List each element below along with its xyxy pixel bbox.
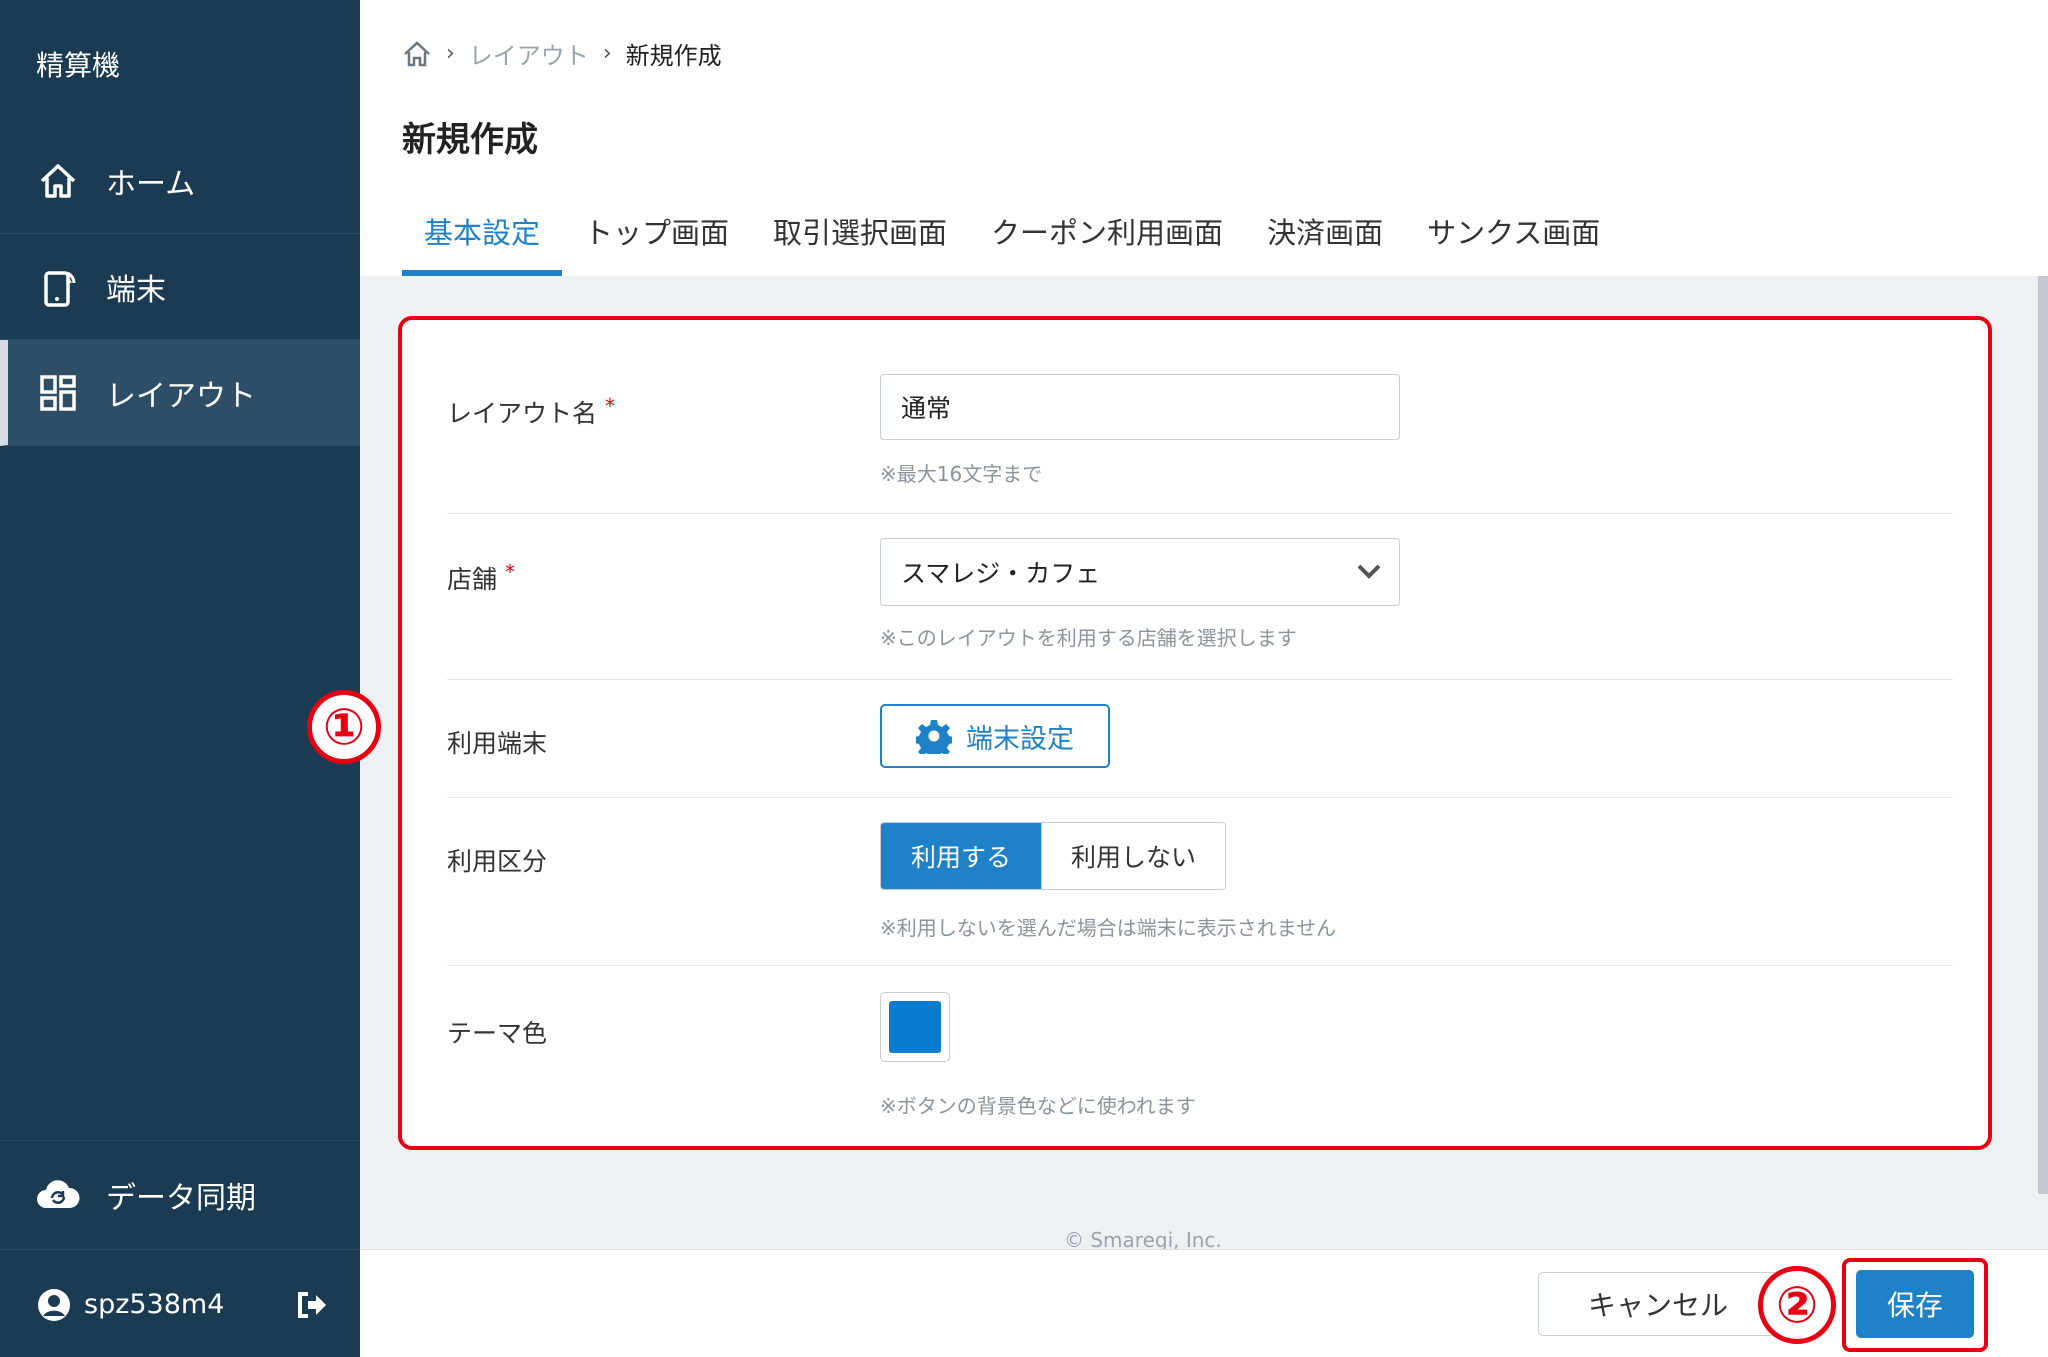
store-row: 店舗 * スマレジ・カフェ ※このレイアウトを利用する店舗を選択します [447, 514, 1953, 680]
device-settings-button[interactable]: 端末設定 [880, 704, 1110, 768]
store-hint: ※このレイアウトを利用する店舗を選択します [880, 626, 1297, 650]
store-select[interactable]: スマレジ・カフェ [880, 538, 1400, 606]
user-area: spz538m4 [0, 1252, 360, 1357]
theme-color-hint: ※ボタンの背景色などに使われます [880, 1094, 1196, 1118]
layout-icon [36, 371, 80, 415]
required-mark: * [605, 394, 616, 418]
sidebar-item-label: ホーム [106, 166, 196, 202]
tab-top-screen[interactable]: トップ画面 [562, 204, 751, 276]
layout-name-hint: ※最大16文字まで [880, 462, 1043, 486]
usage-option-use[interactable]: 利用する [881, 823, 1041, 889]
gear-icon [916, 718, 952, 754]
tab-bar: 基本設定 トップ画面 取引選択画面 クーポン利用画面 決済画面 サンクス画面 [402, 204, 1622, 276]
chevron-down-icon [1355, 557, 1383, 591]
save-button[interactable]: 保存 [1856, 1270, 1974, 1338]
sidebar-item-label: レイアウト [106, 378, 256, 414]
breadcrumb-item[interactable]: レイアウト [469, 36, 589, 71]
required-mark: * [505, 560, 516, 584]
device-row: 利用端末 端末設定 [447, 680, 1953, 798]
usage-segmented-control: 利用する 利用しない [880, 822, 1226, 890]
data-sync-label: データ同期 [106, 1181, 256, 1216]
tab-payment-screen[interactable]: 決済画面 [1245, 204, 1405, 276]
theme-color-picker[interactable] [880, 992, 950, 1062]
page-title: 新規作成 [402, 120, 538, 160]
chevron-right-icon: › [602, 41, 612, 66]
usage-row: 利用区分 利用する 利用しない ※利用しないを選んだ場合は端末に表示されません [447, 798, 1953, 966]
home-icon[interactable] [402, 40, 432, 68]
sidebar-item-layout[interactable]: レイアウト [0, 340, 360, 446]
layout-name-row: レイアウト名 * 通常 ※最大16文字まで [447, 320, 1953, 514]
tab-transaction-select-screen[interactable]: 取引選択画面 [751, 204, 969, 276]
layout-name-input[interactable]: 通常 [880, 374, 1400, 440]
tab-coupon-screen[interactable]: クーポン利用画面 [969, 204, 1245, 276]
home-icon [36, 159, 80, 203]
theme-color-swatch [889, 1001, 941, 1053]
tablet-icon [36, 265, 80, 309]
cloud-sync-icon [36, 1178, 80, 1212]
sidebar-item-home[interactable]: ホーム [0, 128, 360, 234]
annotation-marker-1: ① [307, 690, 381, 764]
form-card: レイアウト名 * 通常 ※最大16文字まで 店舗 * スマレジ・カフェ ※このレイア… [398, 316, 1992, 1150]
breadcrumb: › レイアウト › 新規作成 [402, 36, 722, 71]
data-sync-button[interactable]: データ同期 [0, 1140, 360, 1250]
theme-color-label: テーマ色 [447, 1019, 548, 1048]
tab-basic-settings[interactable]: 基本設定 [402, 204, 563, 276]
device-label: 利用端末 [447, 729, 548, 758]
theme-color-row: テーマ色 ※ボタンの背景色などに使われます [447, 966, 1953, 1150]
sidebar: 精算機 ホーム 端末 レイアウト データ同期 spz538m4 [0, 0, 360, 1357]
breadcrumb-current: 新規作成 [625, 42, 722, 70]
logout-icon[interactable] [294, 1291, 330, 1319]
user-name: spz538m4 [84, 1289, 225, 1320]
device-settings-label: 端末設定 [966, 723, 1074, 755]
sidebar-app-title: 精算機 [36, 49, 121, 82]
sidebar-item-label: 端末 [106, 272, 166, 308]
tab-thanks-screen[interactable]: サンクス画面 [1405, 204, 1622, 276]
user-avatar-icon [36, 1288, 72, 1322]
annotation-marker-2: ② [1758, 1266, 1836, 1344]
usage-option-not-use[interactable]: 利用しない [1041, 823, 1225, 889]
usage-hint: ※利用しないを選んだ場合は端末に表示されません [880, 916, 1337, 940]
chevron-right-icon: › [446, 41, 455, 66]
sidebar-item-terminal[interactable]: 端末 [0, 234, 360, 340]
store-label: 店舗 * [447, 560, 516, 594]
page-header: › レイアウト › 新規作成 新規作成 基本設定 トップ画面 取引選択画面 クー… [360, 0, 2048, 276]
scrollbar[interactable] [2038, 276, 2048, 1194]
layout-name-label: レイアウト名 * [447, 394, 616, 428]
usage-label: 利用区分 [447, 847, 548, 876]
cancel-button[interactable]: キャンセル [1538, 1272, 1778, 1336]
store-select-value: スマレジ・カフェ [901, 559, 1101, 588]
